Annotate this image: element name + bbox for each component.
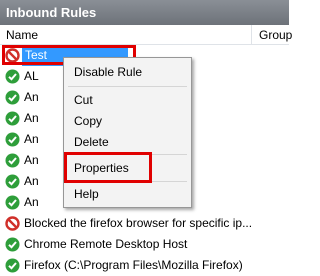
allowed-icon — [5, 132, 20, 147]
context-menu: Disable Rule Cut Copy Delete Properties … — [63, 57, 192, 208]
menu-item-help[interactable]: Help — [74, 185, 99, 203]
rule-label: An — [24, 153, 39, 167]
panel-title: Inbound Rules — [0, 0, 289, 25]
allowed-icon — [5, 195, 20, 210]
rule-label: Chrome Remote Desktop Host — [24, 237, 188, 251]
properties-highlight-box — [64, 152, 152, 183]
menu-item-disable-rule[interactable]: Disable Rule — [74, 63, 142, 81]
rule-label: An — [24, 111, 39, 125]
menu-item-delete[interactable]: Delete — [74, 133, 109, 151]
rule-label: Blocked the firefox browser for specific… — [24, 216, 253, 230]
allowed-icon — [5, 111, 20, 126]
rule-label: AL — [24, 69, 39, 83]
rule-label: An — [24, 174, 39, 188]
allowed-icon — [5, 237, 20, 252]
column-header: Name Group — [0, 25, 292, 45]
allowed-icon — [5, 258, 20, 273]
allowed-icon — [5, 90, 20, 105]
rule-label: An — [24, 132, 39, 146]
blocked-icon — [5, 216, 20, 231]
column-group-header[interactable]: Group — [259, 28, 292, 42]
rule-label: An — [24, 195, 39, 209]
rule-label: Firefox (C:\Program Files\Mozilla Firefo… — [24, 258, 243, 272]
rule-label: An — [24, 90, 39, 104]
allowed-icon — [5, 153, 20, 168]
column-divider[interactable] — [251, 25, 252, 45]
menu-item-cut[interactable]: Cut — [74, 91, 93, 109]
allowed-icon — [5, 69, 20, 84]
column-name-header[interactable]: Name — [6, 28, 38, 42]
allowed-icon — [5, 174, 20, 189]
rule-row[interactable]: Blocked the firefox browser for specific… — [0, 213, 289, 234]
menu-separator — [68, 86, 187, 87]
rule-row[interactable]: Firefox (C:\Program Files\Mozilla Firefo… — [0, 255, 289, 276]
menu-item-copy[interactable]: Copy — [74, 112, 102, 130]
rule-row[interactable]: Chrome Remote Desktop Host — [0, 234, 289, 255]
